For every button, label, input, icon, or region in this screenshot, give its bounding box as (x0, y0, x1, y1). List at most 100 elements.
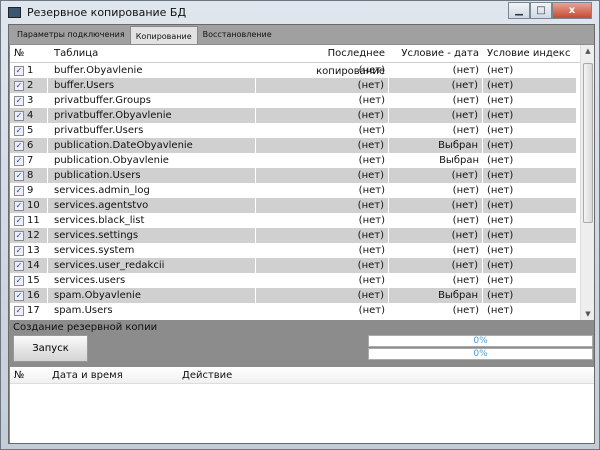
table-name-cell: services.settings (48, 228, 256, 243)
table-row[interactable]: ✓ 6 publication.DateObyavlenie (нет) Выбр… (10, 138, 594, 153)
table-row[interactable]: ✓ 16 spam.Obyavlenie (нет) Выбран (нет) (10, 288, 594, 303)
table-name-cell: privatbuffer.Groups (54, 95, 151, 106)
table-row[interactable]: ✓ 13 services.system (нет) (нет) (нет) (10, 243, 594, 258)
row-checkbox[interactable]: ✓ (14, 215, 24, 226)
row-checkbox[interactable]: ✓ (14, 290, 24, 301)
table-row[interactable]: ✓ 5 privatbuffer.Users (нет) (нет) (нет) (10, 123, 594, 138)
table-name-cell: services.black_list (54, 215, 145, 226)
row-checkbox[interactable]: ✓ (14, 245, 24, 256)
date-condition-cell: (нет) (452, 215, 479, 226)
maximize-button[interactable]: □ (530, 2, 552, 19)
row-number: 16 (27, 290, 40, 301)
table-name-cell: services.agentstvo (48, 198, 256, 213)
date-condition-cell: (нет) (452, 275, 479, 286)
table-row[interactable]: ✓ 1 buffer.Obyavlenie (нет) (нет) (нет) (10, 63, 594, 78)
row-checkbox[interactable]: ✓ (14, 260, 24, 271)
row-checkbox[interactable]: ✓ (14, 170, 24, 181)
last-copy-cell: (нет) (256, 258, 389, 273)
col-number[interactable]: № (10, 45, 48, 62)
index-condition-cell: (нет) (487, 245, 514, 256)
table-row[interactable]: ✓ 7 publication.Obyavlenie (нет) Выбран (… (10, 153, 594, 168)
log-table: № Дата и время Действие (10, 367, 594, 443)
row-checkbox[interactable]: ✓ (14, 200, 24, 211)
log-col-action[interactable]: Действие (178, 367, 594, 383)
row-checkbox[interactable]: ✓ (14, 275, 24, 286)
row-number-cell: ✓ 15 (10, 273, 48, 288)
row-checkbox[interactable]: ✓ (14, 140, 24, 151)
row-checkbox[interactable]: ✓ (14, 155, 24, 166)
row-number: 9 (27, 185, 34, 196)
last-copy-cell: (нет) (358, 65, 385, 76)
table-name-cell: publication.Obyavlenie (54, 155, 169, 166)
log-col-number[interactable]: № (10, 367, 48, 383)
last-copy-cell: (нет) (358, 125, 385, 136)
row-number-cell: ✓ 9 (10, 183, 48, 198)
index-condition-cell: (нет) (487, 65, 514, 76)
table-row[interactable]: ✓ 3 privatbuffer.Groups (нет) (нет) (нет) (10, 93, 594, 108)
table-row[interactable]: ✓ 8 publication.Users (нет) (нет) (нет) (10, 168, 594, 183)
last-copy-cell: (нет) (256, 288, 389, 303)
col-last-copy[interactable]: Последнее копирование (256, 45, 389, 77)
index-condition-cell: (нет) (483, 168, 577, 183)
table-row[interactable]: ✓ 9 services.admin_log (нет) (нет) (нет) (10, 183, 594, 198)
col-index-condition[interactable]: Условие индекс (483, 45, 577, 62)
row-checkbox[interactable]: ✓ (14, 95, 24, 106)
tab-connection[interactable]: Параметры подключения (12, 25, 130, 44)
index-condition-cell: (нет) (483, 108, 577, 123)
row-checkbox[interactable]: ✓ (14, 305, 24, 316)
vertical-scrollbar[interactable]: ▲ ▼ (580, 45, 594, 320)
tab-restore[interactable]: Восстановление (198, 25, 277, 44)
row-number: 2 (27, 80, 34, 91)
date-condition-cell: (нет) (452, 245, 479, 256)
row-number-cell: ✓ 11 (10, 213, 48, 228)
minimize-button[interactable]: ▁ (508, 2, 530, 19)
scroll-thumb[interactable] (583, 63, 593, 223)
row-number: 13 (27, 245, 40, 256)
table-row[interactable]: ✓ 10 services.agentstvo (нет) (нет) (нет) (10, 198, 594, 213)
table-name-cell: services.user_redakcii (48, 258, 256, 273)
log-col-datetime[interactable]: Дата и время (48, 367, 178, 383)
date-condition-cell: Выбран (389, 288, 483, 303)
row-checkbox[interactable]: ✓ (14, 65, 24, 76)
table-name-cell: buffer.Users (48, 78, 256, 93)
date-condition-cell: Выбран (439, 155, 479, 166)
last-copy-cell: (нет) (358, 95, 385, 106)
last-copy-cell: (нет) (358, 155, 385, 166)
close-button[interactable]: x (552, 2, 592, 19)
row-checkbox[interactable]: ✓ (14, 230, 24, 241)
row-number: 8 (27, 170, 34, 181)
row-number: 3 (27, 95, 34, 106)
row-number: 6 (27, 140, 34, 151)
row-checkbox[interactable]: ✓ (14, 80, 24, 91)
table-row[interactable]: ✓ 4 privatbuffer.Obyavlenie (нет) (нет) (… (10, 108, 594, 123)
table-row[interactable]: ✓ 2 buffer.Users (нет) (нет) (нет) (10, 78, 594, 93)
table-row[interactable]: ✓ 12 services.settings (нет) (нет) (нет) (10, 228, 594, 243)
row-number: 5 (27, 125, 34, 136)
row-number: 17 (27, 305, 40, 316)
date-condition-cell: (нет) (389, 228, 483, 243)
table-row[interactable]: ✓ 14 services.user_redakcii (нет) (нет) (… (10, 258, 594, 273)
date-condition-cell: (нет) (452, 305, 479, 316)
row-number: 4 (27, 110, 34, 121)
scroll-up-icon[interactable]: ▲ (581, 47, 595, 55)
scroll-down-icon[interactable]: ▼ (581, 310, 595, 318)
table-name-cell: spam.Obyavlenie (48, 288, 256, 303)
row-checkbox[interactable]: ✓ (14, 185, 24, 196)
date-condition-cell: (нет) (452, 125, 479, 136)
row-number-cell: ✓ 10 (10, 198, 48, 213)
tab-copy[interactable]: Копирование (129, 26, 198, 44)
table-name-cell: publication.DateObyavlenie (48, 138, 256, 153)
row-checkbox[interactable]: ✓ (14, 125, 24, 136)
table-row[interactable]: ✓ 17 spam.Users (нет) (нет) (нет) (10, 303, 594, 318)
col-date-condition[interactable]: Условие - дата (389, 45, 483, 62)
start-button[interactable]: Запуск (13, 335, 88, 362)
table-row[interactable]: ✓ 15 services.users (нет) (нет) (нет) (10, 273, 594, 288)
table-row[interactable]: ✓ 11 services.black_list (нет) (нет) (нет… (10, 213, 594, 228)
col-table[interactable]: Таблица (48, 45, 256, 62)
index-condition-cell: (нет) (483, 198, 577, 213)
index-condition-cell: (нет) (487, 215, 514, 226)
date-condition-cell: (нет) (389, 78, 483, 93)
last-copy-cell: (нет) (358, 185, 385, 196)
row-checkbox[interactable]: ✓ (14, 110, 24, 121)
date-condition-cell: (нет) (452, 65, 479, 76)
